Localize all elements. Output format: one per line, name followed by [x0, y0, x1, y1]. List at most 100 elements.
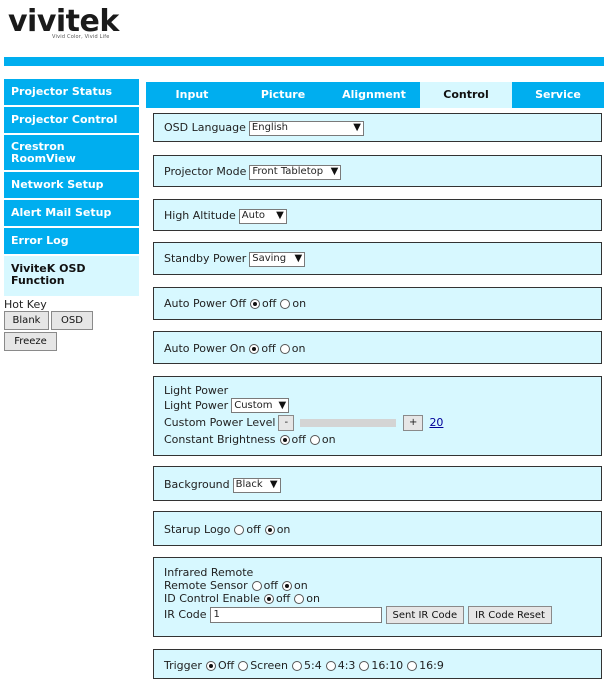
chevron-down-icon: ▼	[330, 166, 339, 177]
sidebar-item-alert-mail-setup[interactable]: Alert Mail Setup	[4, 200, 139, 226]
ir-code-input[interactable]: 1	[209, 607, 382, 623]
standby-power-panel: Standby Power Saving ▼	[153, 242, 602, 275]
osd-button[interactable]: OSD	[51, 311, 93, 330]
radio-label-on: on	[276, 523, 291, 536]
tab-control[interactable]: Control	[420, 82, 512, 108]
high-altitude-panel: High Altitude Auto ▼	[153, 199, 602, 231]
header-bar	[4, 57, 604, 66]
chevron-down-icon: ▼	[278, 399, 287, 411]
trigger-radio-screen[interactable]	[238, 661, 249, 671]
sidebar-item-projector-status[interactable]: Projector Status	[4, 79, 139, 105]
select-value: Front Tabletop	[252, 166, 324, 177]
radio-label-on: on	[321, 433, 336, 446]
background-select[interactable]: Black ▼	[232, 477, 281, 493]
projector-mode-select[interactable]: Front Tabletop ▼	[249, 164, 342, 180]
trigger-radio-4-3[interactable]	[325, 661, 336, 671]
startup-logo-radio-on[interactable]	[264, 525, 275, 535]
remote-sensor-radio-on[interactable]	[281, 580, 292, 591]
high-altitude-label: High Altitude	[164, 209, 236, 222]
startup-logo-label: Starup Logo	[164, 523, 231, 536]
auto-power-off-panel: Auto Power Off off on	[153, 287, 602, 320]
high-altitude-select[interactable]: Auto ▼	[238, 208, 287, 224]
auto-power-off-radio-off[interactable]	[250, 299, 261, 309]
hotkey-title: Hot Key	[4, 298, 47, 311]
blank-button[interactable]: Blank	[4, 311, 49, 330]
radio-label-off: off	[261, 342, 276, 355]
standby-power-label: Standby Power	[164, 252, 247, 265]
hotkey-group: Hot Key Blank OSD Freeze	[4, 298, 139, 351]
tab-alignment[interactable]: Alignment	[328, 82, 420, 108]
increase-level-button[interactable]: +	[403, 415, 424, 431]
radio-label-off: off	[262, 297, 277, 310]
background-panel: Background Black ▼	[153, 466, 602, 501]
remote-sensor-radio-off[interactable]	[251, 580, 262, 591]
ir-code-label: IR Code	[164, 608, 207, 621]
chevron-down-icon: ▼	[276, 210, 284, 221]
remote-sensor-label: Remote Sensor	[164, 578, 248, 592]
trigger-option-label: 16:10	[371, 659, 404, 672]
light-power-title: Light Power	[164, 383, 229, 397]
constant-brightness-radio-on[interactable]	[309, 435, 320, 445]
radio-label-on: on	[306, 591, 320, 605]
trigger-option-label: 16:9	[419, 659, 444, 672]
auto-power-off-label: Auto Power Off	[164, 297, 247, 310]
constant-brightness-radio-off[interactable]	[279, 435, 290, 445]
select-value: English	[251, 122, 289, 133]
freeze-button[interactable]: Freeze	[4, 332, 57, 351]
chevron-down-icon: ▼	[269, 479, 278, 490]
radio-label-on: on	[293, 578, 308, 592]
trigger-panel: Trigger Off Screen 5:4 4:3 16:10 16:9	[153, 649, 602, 679]
background-label: Background	[164, 478, 230, 491]
decrease-level-button[interactable]: -	[278, 415, 295, 431]
tab-input[interactable]: Input	[146, 82, 238, 108]
sidebar-item-label: RoomView	[11, 152, 76, 165]
power-level-slider[interactable]	[300, 419, 397, 427]
select-value: Custom	[234, 399, 273, 411]
trigger-radio-5-4[interactable]	[292, 661, 303, 671]
constant-brightness-label: Constant Brightness	[164, 433, 276, 446]
radio-label-off: off	[291, 433, 306, 446]
standby-power-select[interactable]: Saving ▼	[249, 251, 306, 267]
sidebar-item-label: Function	[11, 274, 65, 287]
startup-logo-radio-off[interactable]	[234, 525, 245, 535]
projector-mode-panel: Projector Mode Front Tabletop ▼	[153, 155, 602, 187]
chevron-down-icon: ▼	[294, 253, 303, 264]
startup-logo-panel: Starup Logo off on	[153, 511, 602, 546]
tab-bar: Input Picture Alignment Control Service	[146, 82, 604, 108]
logo-tagline: Vivid Color, Vivid Life	[52, 34, 110, 40]
auto-power-on-radio-on[interactable]	[279, 344, 290, 354]
osd-language-select[interactable]: English ▼	[248, 120, 364, 136]
ir-code-reset-button[interactable]: IR Code Reset	[468, 606, 552, 624]
custom-power-level-label: Custom Power Level	[164, 416, 276, 429]
radio-label-off: off	[246, 523, 261, 536]
power-level-value[interactable]: 20	[429, 416, 443, 430]
trigger-radio-16-9[interactable]	[407, 661, 418, 671]
select-value: Saving	[252, 253, 287, 264]
sidebar-item-crestron-roomview[interactable]: Crestron RoomView	[4, 135, 139, 170]
light-power-select[interactable]: Custom ▼	[231, 398, 290, 413]
auto-power-on-label: Auto Power On	[164, 342, 246, 355]
trigger-radio-off[interactable]	[205, 661, 216, 671]
chevron-down-icon: ▼	[353, 122, 361, 133]
trigger-label: Trigger	[164, 659, 202, 672]
radio-label-off: off	[263, 578, 278, 592]
auto-power-on-radio-off[interactable]	[249, 344, 260, 354]
id-control-radio-on[interactable]	[294, 593, 305, 604]
trigger-option-label: Off	[217, 659, 235, 672]
tab-service[interactable]: Service	[512, 82, 604, 108]
trigger-option-label: 4:3	[337, 659, 356, 672]
id-control-radio-off[interactable]	[263, 593, 274, 604]
osd-language-label: OSD Language	[164, 121, 246, 134]
send-ir-code-button[interactable]: Sent IR Code	[385, 606, 465, 624]
select-value: Black	[235, 479, 263, 490]
auto-power-off-radio-on[interactable]	[280, 299, 291, 309]
sidebar-item-network-setup[interactable]: Network Setup	[4, 172, 139, 198]
vivitek-logo: vivitek Vivid Color, Vivid Life	[8, 6, 158, 50]
tab-picture[interactable]: Picture	[238, 82, 328, 108]
sidebar-item-projector-control[interactable]: Projector Control	[4, 107, 139, 133]
trigger-radio-16-10[interactable]	[359, 661, 370, 671]
auto-power-on-panel: Auto Power On off on	[153, 331, 602, 364]
infrared-remote-title: Infrared Remote	[164, 565, 254, 579]
sidebar-item-osd-function[interactable]: ViviteK OSD Function	[4, 256, 139, 296]
sidebar-item-error-log[interactable]: Error Log	[4, 228, 139, 254]
